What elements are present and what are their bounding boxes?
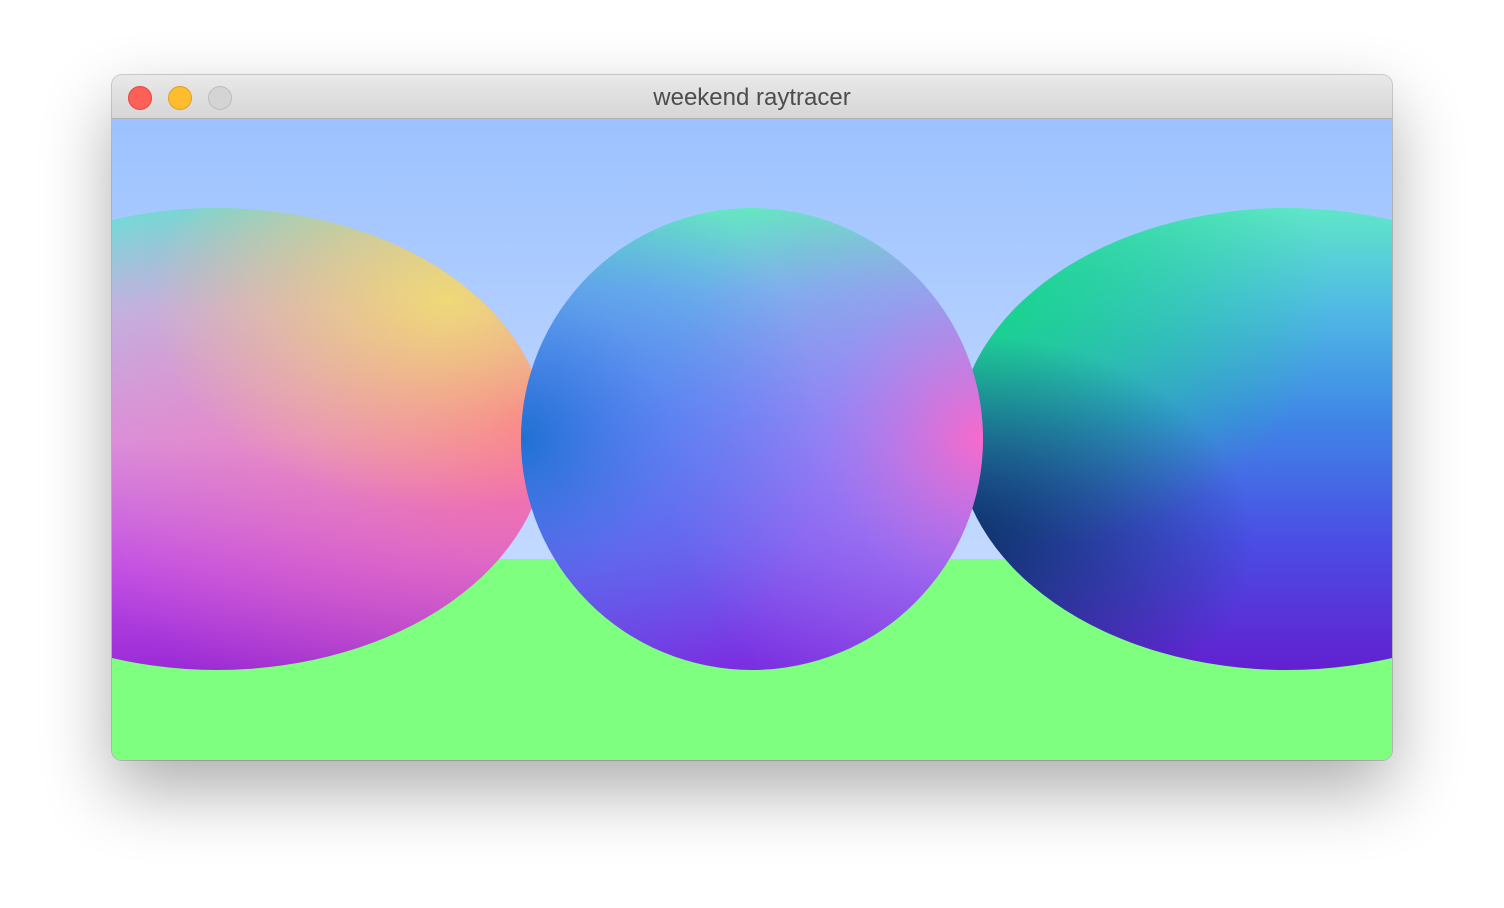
app-window: weekend raytracer bbox=[112, 75, 1392, 760]
render-canvas bbox=[112, 119, 1392, 760]
window-title: weekend raytracer bbox=[653, 84, 851, 111]
title-bar[interactable]: weekend raytracer bbox=[112, 75, 1392, 119]
center-sphere bbox=[521, 208, 983, 670]
